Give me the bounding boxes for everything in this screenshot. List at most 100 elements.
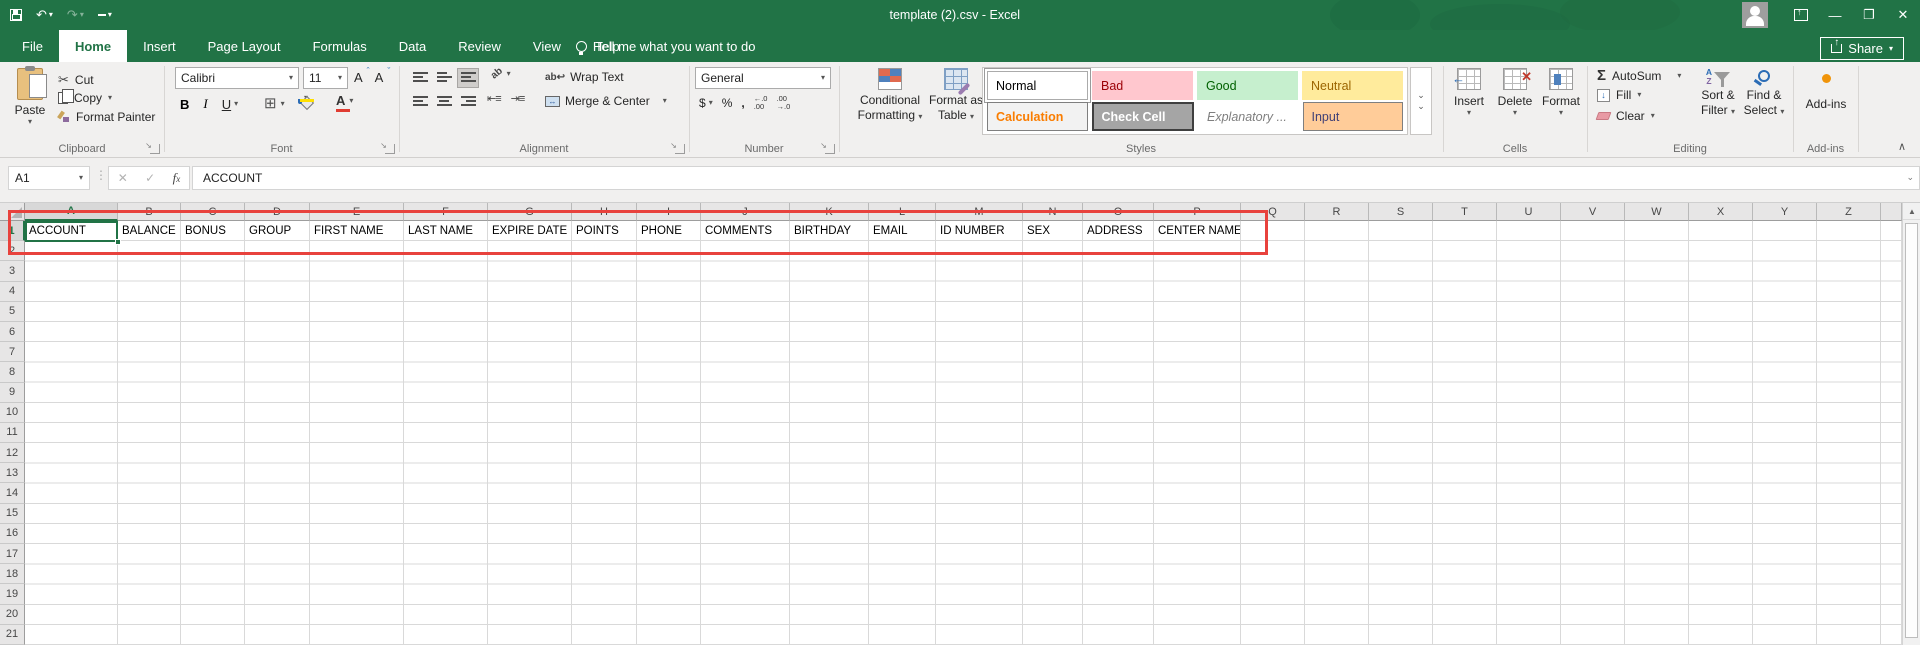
formula-bar-grip[interactable]: ⋮ (95, 168, 107, 182)
cell-N1[interactable]: SEX (1023, 221, 1083, 241)
column-header-U[interactable]: U (1497, 203, 1561, 221)
close-button[interactable]: ✕ (1886, 0, 1920, 30)
share-button[interactable]: Share ▾ (1820, 37, 1904, 60)
cell-style-calculation[interactable]: Calculation (987, 102, 1088, 131)
undo-button[interactable]: ↶▾ (36, 7, 53, 23)
merge-center-button[interactable]: ↔ Merge & Center ▾ (545, 94, 667, 108)
row-header-18[interactable]: 18 (0, 564, 25, 584)
column-header-E[interactable]: E (310, 203, 404, 221)
font-size-combo[interactable]: 11 ▾ (303, 67, 348, 89)
row-header-17[interactable]: 17 (0, 544, 25, 564)
name-box[interactable]: A1 ▾ (8, 166, 90, 190)
column-header-Z[interactable]: Z (1817, 203, 1881, 221)
underline-button[interactable]: U▾ (222, 97, 238, 112)
row-header-21[interactable]: 21 (0, 625, 25, 645)
cell-K1[interactable]: BIRTHDAY (790, 221, 869, 241)
tab-insert[interactable]: Insert (127, 30, 192, 62)
tab-view[interactable]: View (517, 30, 577, 62)
cell-J1[interactable]: COMMENTS (701, 221, 790, 241)
cell-F1[interactable]: LAST NAME (404, 221, 488, 241)
format-as-table-button[interactable]: Format as Table ▾ (927, 68, 985, 123)
clear-button[interactable]: Clear ▾ (1597, 109, 1655, 123)
number-dialog-launcher[interactable] (825, 144, 835, 154)
autosum-button[interactable]: Σ AutoSum ▾ (1597, 68, 1681, 83)
cell-C1[interactable]: BONUS (181, 221, 245, 241)
select-all-button[interactable] (0, 203, 25, 221)
insert-cells-button[interactable]: ← Insert ▾ (1447, 68, 1491, 117)
row-header-19[interactable]: 19 (0, 584, 25, 604)
row-header-7[interactable]: 7 (0, 342, 25, 362)
redo-button[interactable]: ↷▾ (67, 7, 84, 23)
addins-button[interactable]: Add-ins (1801, 70, 1851, 112)
cell-style-neutral[interactable]: Neutral (1302, 71, 1403, 100)
column-header-A[interactable]: A (25, 203, 118, 221)
increase-indent-button[interactable]: ⇥≡ (511, 92, 525, 105)
fill-button[interactable]: ↓ Fill ▾ (1597, 88, 1641, 102)
minimize-button[interactable]: — (1818, 0, 1852, 30)
font-color-button[interactable]: A ▾ (336, 93, 353, 108)
tab-data[interactable]: Data (383, 30, 442, 62)
insert-function-icon[interactable]: fx (173, 170, 181, 186)
column-header-N[interactable]: N (1023, 203, 1083, 221)
column-header-F[interactable]: F (404, 203, 488, 221)
format-cells-button[interactable]: Format ▾ (1539, 68, 1583, 117)
column-header-J[interactable]: J (701, 203, 790, 221)
column-header-H[interactable]: H (572, 203, 637, 221)
row-header-2[interactable]: 2 (0, 241, 25, 261)
cell-L1[interactable]: EMAIL (869, 221, 936, 241)
conditional-formatting-button[interactable]: Conditional Formatting ▾ (855, 68, 925, 123)
sort-filter-button[interactable]: AZ Sort & Filter ▾ (1695, 68, 1741, 118)
row-header-16[interactable]: 16 (0, 524, 25, 544)
cell-style-input[interactable]: Input (1303, 102, 1404, 131)
tell-me-search[interactable]: Tell me what you want to do (576, 30, 755, 62)
paste-button[interactable]: Paste ▾ (8, 68, 52, 126)
styles-gallery-more-button[interactable]: ⌄⌄ (1410, 67, 1432, 135)
accounting-format-button[interactable]: $▾ (699, 96, 713, 110)
clipboard-dialog-launcher[interactable] (150, 144, 160, 154)
copy-button[interactable]: Copy ▾ (58, 91, 112, 105)
collapse-ribbon-button[interactable]: ∧ (1898, 140, 1906, 153)
column-header-partial[interactable] (1881, 203, 1902, 221)
increase-font-size-button[interactable]: Aˆ (354, 70, 363, 85)
align-left-button[interactable] (409, 92, 431, 112)
row-header-13[interactable]: 13 (0, 463, 25, 483)
save-button[interactable] (10, 9, 22, 21)
cell-E1[interactable]: FIRST NAME (310, 221, 404, 241)
increase-decimal-button[interactable]: ←.0.00 (754, 95, 768, 112)
wrap-text-button[interactable]: ab↩ Wrap Text (545, 70, 624, 84)
tab-file[interactable]: File (6, 30, 59, 62)
enter-icon[interactable]: ✓ (145, 171, 155, 185)
cell-style-explanatory-[interactable]: Explanatory ... (1198, 102, 1299, 131)
customize-qat-button[interactable]: ▾ (98, 11, 112, 19)
font-name-combo[interactable]: Calibri ▾ (175, 67, 299, 89)
tab-review[interactable]: Review (442, 30, 517, 62)
row-header-6[interactable]: 6 (0, 322, 25, 342)
vertical-scrollbar[interactable]: ▲ (1902, 203, 1920, 645)
row-header-1[interactable]: 1 (0, 221, 25, 241)
italic-button[interactable]: I (203, 96, 207, 112)
fill-handle[interactable] (115, 239, 121, 245)
column-header-K[interactable]: K (790, 203, 869, 221)
column-header-V[interactable]: V (1561, 203, 1625, 221)
bold-button[interactable]: B (180, 97, 189, 112)
align-center-button[interactable] (433, 92, 455, 112)
cell-M1[interactable]: ID NUMBER (936, 221, 1023, 241)
column-header-G[interactable]: G (488, 203, 572, 221)
tab-page-layout[interactable]: Page Layout (192, 30, 297, 62)
cell-G1[interactable]: EXPIRE DATE (488, 221, 572, 241)
cell-style-good[interactable]: Good (1197, 71, 1298, 100)
row-header-11[interactable]: 11 (0, 423, 25, 443)
row-header-14[interactable]: 14 (0, 483, 25, 503)
cells-area[interactable]: ACCOUNTBALANCEBONUSGROUPFIRST NAMELAST N… (25, 221, 1902, 645)
column-header-M[interactable]: M (936, 203, 1023, 221)
delete-cells-button[interactable]: ✕ Delete ▾ (1493, 68, 1537, 117)
cell-style-check-cell[interactable]: Check Cell (1092, 102, 1195, 131)
column-header-R[interactable]: R (1305, 203, 1369, 221)
row-header-3[interactable]: 3 (0, 261, 25, 281)
format-painter-button[interactable]: Format Painter (58, 110, 155, 124)
row-header-4[interactable]: 4 (0, 282, 25, 302)
formula-input[interactable]: ACCOUNT (192, 166, 1920, 190)
expand-formula-bar-icon[interactable]: ⌄ (1906, 172, 1914, 183)
borders-button[interactable]: ⊞ (264, 96, 277, 111)
row-header-8[interactable]: 8 (0, 362, 25, 382)
